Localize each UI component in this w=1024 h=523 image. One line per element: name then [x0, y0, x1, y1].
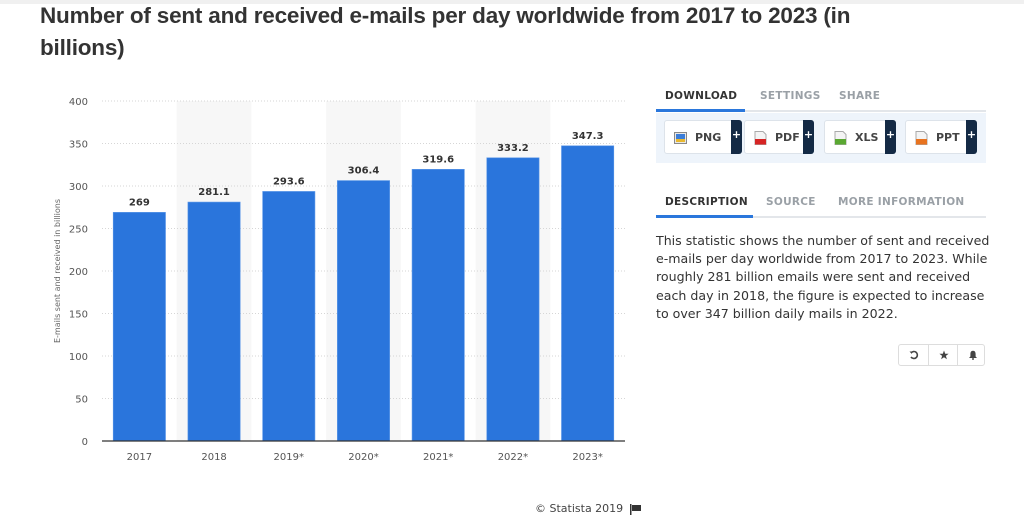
pdf-plus-button[interactable]: +	[803, 120, 814, 154]
info-tabs: DESCRIPTION SOURCE MORE INFORMATION	[656, 192, 986, 218]
bar-chart: 269 281.1 293.6 306.4 319.6 333.2 347.3 0 50 100…	[53, 97, 625, 463]
x-tick-label: 2019*	[274, 452, 304, 463]
x-tick-label: 2023*	[572, 452, 602, 463]
bar	[337, 180, 390, 442]
ppt-file-icon	[915, 131, 928, 145]
tab-source[interactable]: SOURCE	[766, 196, 816, 208]
y-tick-label: 0	[82, 437, 88, 448]
download-png-button[interactable]: PNG +	[664, 120, 742, 154]
bar	[262, 191, 316, 442]
y-tick-label: 300	[69, 182, 88, 193]
statista-credit[interactable]: © Statista 2019	[535, 502, 641, 515]
tab-description[interactable]: DESCRIPTION	[665, 196, 748, 208]
ppt-label: PPT	[936, 131, 960, 144]
y-axis-label: E-mails sent and received in billions	[53, 199, 62, 343]
x-tick-label: 2021*	[423, 452, 453, 463]
x-tick-label: 2020*	[348, 452, 378, 463]
download-tabs: DOWNLOAD SETTINGS SHARE	[656, 86, 986, 112]
history-button[interactable]	[899, 345, 928, 365]
ppt-plus-button[interactable]: +	[966, 120, 977, 154]
favorite-button[interactable]	[928, 345, 958, 365]
download-ppt-button[interactable]: PPT +	[905, 120, 977, 154]
y-tick-label: 400	[69, 97, 88, 108]
tab-settings[interactable]: SETTINGS	[760, 90, 821, 102]
xls-file-icon	[834, 131, 847, 145]
data-label: 306.4	[348, 166, 380, 177]
bar	[486, 157, 540, 442]
alert-button[interactable]	[957, 345, 987, 365]
y-tick-label: 50	[75, 395, 88, 406]
download-options: PNG + PDF + XLS + PPT +	[656, 113, 986, 163]
data-label: 281.1	[198, 187, 230, 198]
tab-download[interactable]: DOWNLOAD	[665, 90, 737, 102]
description-text: This statistic shows the number of sent …	[656, 233, 990, 321]
bar	[112, 212, 166, 442]
xls-plus-button[interactable]: +	[885, 120, 896, 154]
bar	[561, 145, 615, 442]
xls-label: XLS	[855, 131, 879, 144]
y-tick-label: 350	[69, 140, 88, 151]
x-tick-label: 2017	[127, 452, 152, 463]
tab-more-information[interactable]: MORE INFORMATION	[838, 196, 965, 208]
x-tick-label: 2018	[201, 452, 226, 463]
active-tab-indicator	[656, 109, 745, 112]
x-tick-label: 2022*	[498, 452, 528, 463]
download-xls-button[interactable]: XLS +	[824, 120, 896, 154]
credit-text: © Statista 2019	[535, 502, 624, 515]
data-label: 293.6	[273, 176, 305, 187]
y-tick-label: 100	[69, 352, 88, 363]
y-tick-label: 150	[69, 310, 88, 321]
star-icon	[938, 350, 949, 360]
bar	[411, 169, 465, 442]
png-label: PNG	[695, 131, 722, 144]
data-label: 347.3	[572, 131, 604, 142]
tab-share[interactable]: SHARE	[839, 90, 880, 102]
y-tick-label: 200	[69, 267, 88, 278]
y-tick-label: 250	[69, 225, 88, 236]
png-plus-button[interactable]: +	[731, 120, 742, 154]
active-tab-indicator	[656, 215, 753, 218]
data-label: 333.2	[497, 143, 529, 154]
png-file-icon	[674, 132, 687, 144]
flag-icon	[629, 503, 641, 515]
history-icon	[909, 350, 918, 360]
data-label: 319.6	[422, 154, 454, 165]
download-pdf-button[interactable]: PDF +	[744, 120, 814, 154]
bar	[187, 201, 241, 442]
pdf-file-icon	[754, 131, 767, 145]
bell-icon	[968, 350, 977, 360]
action-buttons	[898, 344, 985, 366]
pdf-label: PDF	[775, 131, 800, 144]
data-label: 269	[129, 197, 150, 208]
